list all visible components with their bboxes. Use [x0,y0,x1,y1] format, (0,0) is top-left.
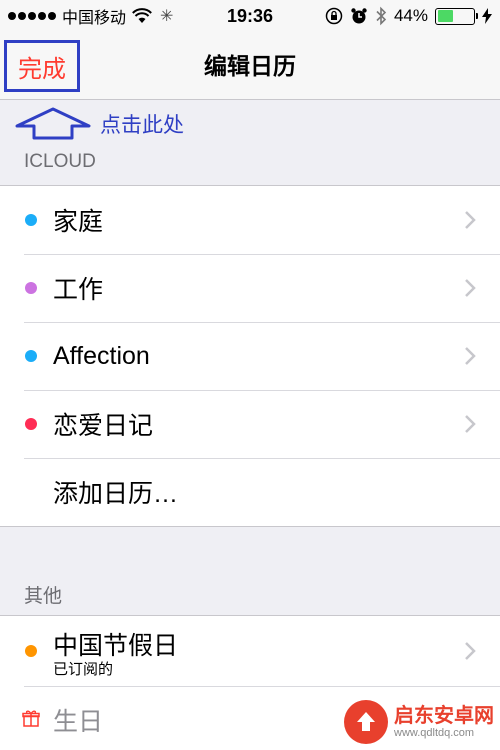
calendar-name: 家庭 [53,208,104,236]
calendar-subscription-status: 已订阅的 [53,661,114,678]
bluetooth-icon [376,6,387,26]
calendar-row-affection[interactable]: Affection [0,322,500,390]
calendar-name: 中国节假日 [53,632,179,660]
chevron-right-icon [465,279,476,297]
calendar-row-family[interactable]: 家庭 [0,186,500,254]
battery-icon [435,7,478,25]
alarm-icon [351,8,367,24]
section-header-icloud: ICLOUD [24,151,96,172]
section-header-other: 其他 [24,586,63,607]
calendar-name: 恋爱日记 [53,412,154,440]
chevron-right-icon [465,415,476,433]
wifi-icon [132,8,152,23]
watermark: 启东安卓网 www.qdltdq.com [344,700,494,744]
calendar-color-dot [25,282,37,294]
chevron-right-icon [465,347,476,365]
watermark-logo-icon [344,700,388,744]
gift-icon [22,709,40,732]
calendar-name: 工作 [53,276,104,304]
battery-level [437,10,453,22]
signal-strength-icon [8,12,56,20]
status-bar: 中国移动 ✳ 19:36 44% [0,0,500,32]
instruction-annotation: 点击此处 [14,104,184,144]
calendar-row-work[interactable]: 工作 [0,254,500,322]
battery-percentage: 44% [393,6,428,25]
calendar-name: Affection [53,341,150,370]
calendar-color-dot [25,418,37,430]
calendar-color-dot [25,645,37,657]
done-button-label: 完成 [18,55,66,83]
watermark-title: 启东安卓网 [394,704,494,727]
watermark-url: www.qdltdq.com [394,726,475,739]
calendar-name: 生日 [53,708,104,736]
chevron-right-icon [465,642,476,660]
add-calendar-button[interactable]: 添加日历… [0,458,500,526]
navigation-bar: 编辑日历 完成 [0,32,500,100]
calendar-color-dot [25,350,37,362]
calendar-row-love-diary[interactable]: 恋爱日记 [0,390,500,458]
done-button[interactable]: 完成 [4,40,80,92]
activity-spinner-icon: ✳ [160,8,174,25]
chevron-right-icon [465,211,476,229]
icloud-calendar-list: 家庭 工作 Affection 恋爱日记 添加日历… [0,185,500,527]
charging-bolt-icon [482,8,492,24]
calendar-color-dot [25,214,37,226]
add-calendar-label: 添加日历… [53,480,179,508]
carrier-name: 中国移动 [62,10,127,27]
calendar-row-china-holidays[interactable]: 中国节假日 已订阅的 [0,616,500,686]
up-arrow-icon [15,107,91,140]
annotation-text: 点击此处 [100,113,184,137]
orientation-lock-icon [325,7,343,25]
